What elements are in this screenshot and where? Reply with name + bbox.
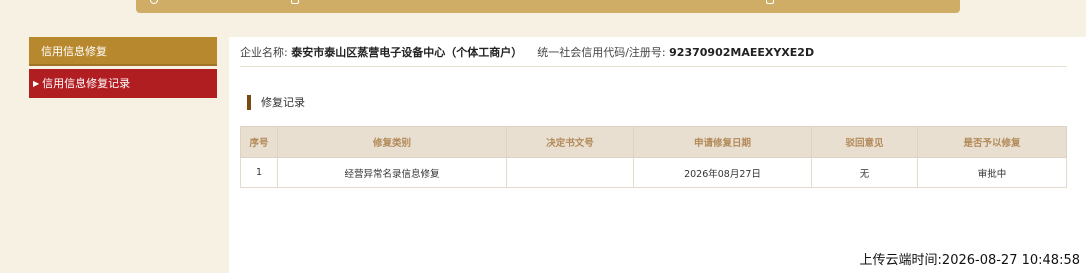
column-header: 驳回意见 xyxy=(811,126,918,158)
credit-code: 92370902MAEEXYXE2D xyxy=(669,46,815,59)
credit-code-label: 统一社会信用代码/注册号: xyxy=(537,46,666,59)
column-header: 修复类别 xyxy=(277,126,507,158)
file-icon xyxy=(766,0,774,4)
top-banner xyxy=(136,0,960,13)
upload-timestamp: 上传云端时间:2026-08-27 10:48:58 xyxy=(859,253,1080,268)
column-header: 决定书文号 xyxy=(506,126,634,158)
table-cell: 2026年08月27日 xyxy=(633,157,812,188)
sidebar: 信用信息修复 ▶ 信用信息修复记录 xyxy=(29,37,217,98)
refresh-icon xyxy=(150,0,158,4)
company-name: 泰安市泰山区蒸营电子设备中心（个体工商户） xyxy=(291,46,523,59)
document-icon xyxy=(291,0,299,4)
sidebar-item-credit-repair[interactable]: 信用信息修复 xyxy=(29,37,217,66)
caret-right-icon: ▶ xyxy=(33,79,40,88)
table-cell: 审批中 xyxy=(917,157,1067,188)
table-cell: 无 xyxy=(811,157,918,188)
table-row: 1 经营异常名录信息修复 2026年08月27日 无 审批中 xyxy=(240,157,1067,188)
column-header: 序号 xyxy=(240,126,278,158)
sidebar-item-label: 信用信息修复记录 xyxy=(42,77,131,90)
main-panel: 企业名称: 泰安市泰山区蒸营电子设备中心（个体工商户） 统一社会信用代码/注册号… xyxy=(229,37,1086,273)
column-header: 是否予以修复 xyxy=(917,126,1067,158)
table-cell xyxy=(506,157,634,188)
company-name-label: 企业名称: xyxy=(240,46,288,59)
table-header-row: 序号 修复类别 决定书文号 申请修复日期 驳回意见 是否予以修复 xyxy=(240,126,1067,158)
sidebar-item-label: 信用信息修复 xyxy=(41,45,107,58)
column-header: 申请修复日期 xyxy=(633,126,812,158)
company-info: 企业名称: 泰安市泰山区蒸营电子设备中心（个体工商户） 统一社会信用代码/注册号… xyxy=(240,45,1067,67)
section-title: 修复记录 xyxy=(247,95,305,110)
sidebar-item-credit-repair-records[interactable]: ▶ 信用信息修复记录 xyxy=(29,69,217,98)
repair-records-table: 序号 修复类别 决定书文号 申请修复日期 驳回意见 是否予以修复 1 经营异常名… xyxy=(240,126,1067,188)
table-cell: 1 xyxy=(240,157,278,188)
table-cell: 经营异常名录信息修复 xyxy=(277,157,507,188)
